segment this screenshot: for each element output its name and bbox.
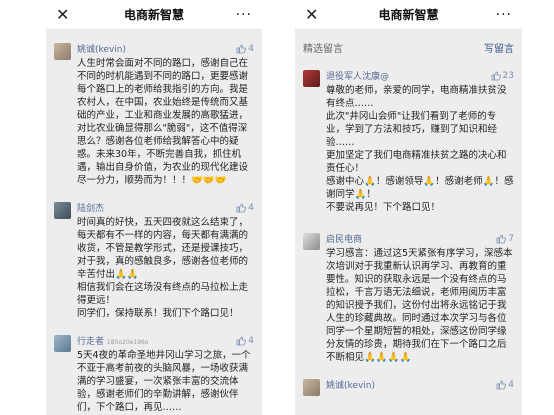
comment-item: 陆剑杰 4 时间真的好快，五天四夜就这么结束了，每天都有不一样的内容，每天都有满… <box>46 195 262 324</box>
page-title: 电商新智慧 <box>123 8 184 22</box>
comment-item: 退役军人沈康@ 23 尊敬的老师，亲爱的同学，电商精准扶贫没有终点…… 此次"井… <box>295 63 522 218</box>
like-count: 4 <box>248 43 254 54</box>
like-button[interactable]: 4 <box>236 44 254 54</box>
thumbs-up-icon <box>236 44 247 53</box>
comment-text: 时间真的好快，五天四夜就这么结束了，每天都有不一样的内容，每天都有满满的收货，不… <box>77 217 249 319</box>
like-button[interactable]: 23 <box>491 71 514 81</box>
right-article-panel: ✕ 电商新智慧 ··· 精选留言 写留言 退役军人沈康@ 23 尊敬的老师，亲爱… <box>295 0 522 415</box>
more-icon[interactable]: ··· <box>494 7 512 23</box>
avatar[interactable] <box>54 202 71 219</box>
comments-header: 精选留言 写留言 <box>295 30 522 61</box>
avatar[interactable] <box>303 70 320 87</box>
page-title: 电商新智慧 <box>378 8 439 22</box>
like-count: 7 <box>508 233 514 244</box>
comment-item: 姚诚(kevin) 4 <box>295 372 522 400</box>
commenter-name[interactable]: 姚诚(kevin) <box>77 42 126 55</box>
commenter-name[interactable]: 退役军人沈康@ <box>326 69 389 82</box>
like-button[interactable]: 4 <box>496 380 514 390</box>
commenter-name-text: 行走者 <box>77 337 105 347</box>
comment-item: 启民电商 7 学习感言：通过这5天紧张有序学习，深感本次培训对于我重新认识再学习… <box>295 226 522 368</box>
commenter-name[interactable]: 行走者 185o20e196o <box>77 334 148 347</box>
comment-item: 行走者 185o20e196o 4 5天4夜的革命圣地井冈山学习之旅，一个不亚于… <box>46 328 262 415</box>
avatar[interactable] <box>303 379 320 396</box>
comment-text: 尊敬的老师，亲爱的同学，电商精准扶贫没有终点…… 此次"井冈山会师"让我们看到了… <box>326 85 514 213</box>
thumbs-up-icon <box>496 380 507 389</box>
featured-comments-label: 精选留言 <box>303 44 343 55</box>
close-icon[interactable]: ✕ <box>56 5 74 24</box>
comment-item: 姚诚(kevin) 4 人生时常会面对不同的路口，感谢自己在不同的时机能遇到不同… <box>46 36 262 191</box>
avatar[interactable] <box>54 335 71 352</box>
like-button[interactable]: 7 <box>496 234 514 244</box>
left-article-panel: ✕ 电商新智慧 ··· 姚诚(kevin) 4 人生时常会面对不同的路口，感谢自… <box>46 0 262 415</box>
title-bar: ✕ 电商新智慧 ··· <box>295 0 522 30</box>
like-count: 4 <box>508 379 514 390</box>
avatar[interactable] <box>54 43 71 60</box>
comment-text: 5天4夜的革命圣地井冈山学习之旅，一个不亚于高考前夜的头脑风暴，一场收获满满的学… <box>77 350 251 413</box>
thumbs-up-icon <box>496 234 507 243</box>
close-icon[interactable]: ✕ <box>305 5 323 24</box>
avatar[interactable] <box>303 233 320 250</box>
like-count: 23 <box>502 70 514 81</box>
like-count: 4 <box>248 335 254 346</box>
like-button[interactable]: 4 <box>236 336 254 346</box>
commenter-id: 185o20e196o <box>106 339 149 346</box>
thumbs-up-icon <box>236 203 247 212</box>
commenter-name[interactable]: 陆剑杰 <box>77 201 104 214</box>
commenter-name[interactable]: 启民电商 <box>326 232 362 245</box>
title-bar: ✕ 电商新智慧 ··· <box>46 0 262 30</box>
like-count: 4 <box>248 202 254 213</box>
commenter-name[interactable]: 姚诚(kevin) <box>326 378 375 391</box>
comment-text: 人生时常会面对不同的路口，感谢自己在不同的时机能遇到不同的路口，更要感谢每个路口… <box>77 58 249 186</box>
like-button[interactable]: 4 <box>236 203 254 213</box>
thumbs-up-icon <box>236 336 247 345</box>
comment-text: 学习感言：通过这5天紧张有序学习，深感本次培训对于我重新认识再学习、再教育的重要… <box>326 248 513 363</box>
thumbs-up-icon <box>491 71 501 80</box>
more-icon[interactable]: ··· <box>234 7 252 23</box>
write-comment-button[interactable]: 写留言 <box>484 40 514 55</box>
